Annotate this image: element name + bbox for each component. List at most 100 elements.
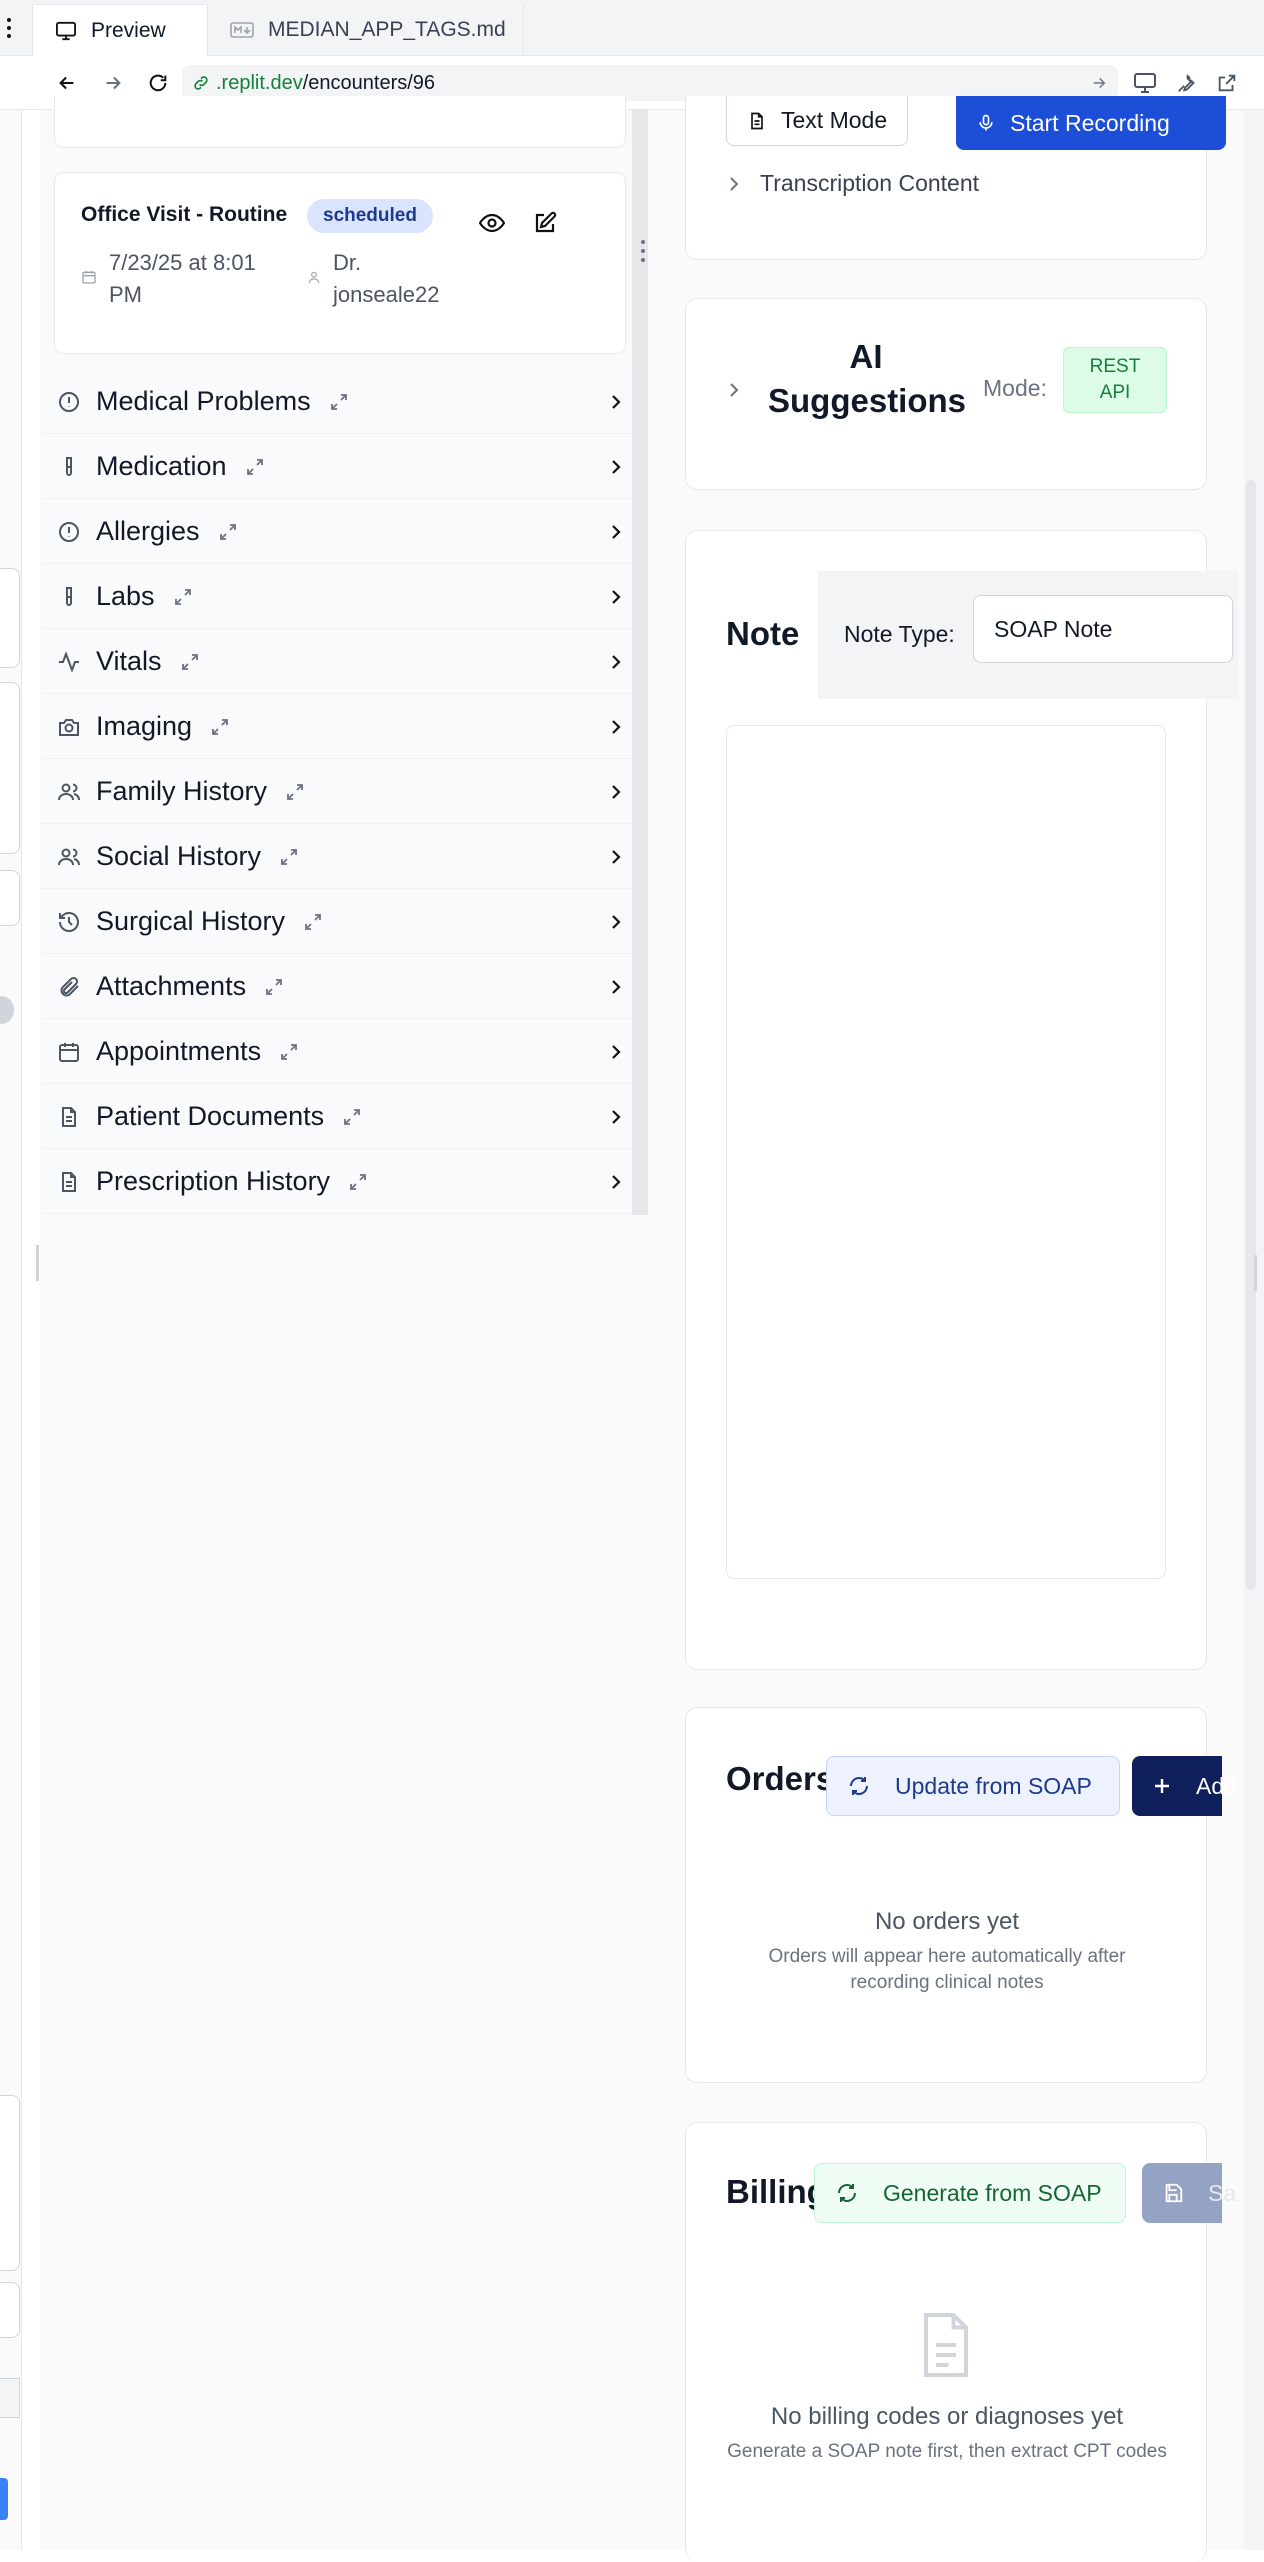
sidebar-item-attachments[interactable]: Attachments [42,955,632,1019]
chevron-right-icon[interactable] [606,1107,626,1127]
ai-suggestions-title: AI Suggestions [768,338,967,419]
transcription-label: Transcription Content [760,170,980,196]
generate-from-soap-button[interactable]: Generate from SOAP [814,2163,1126,2223]
encounter-provider: Dr. jonseale22 [333,250,440,307]
sidebar-item-labs[interactable]: Labs [42,565,632,629]
note-card: Note Note Type: SOAP Note [685,530,1238,1670]
devices-icon[interactable] [1130,68,1160,98]
note-title: Note [726,615,800,652]
partial-button[interactable] [0,2478,8,2520]
sidebar-item-label: Allergies [96,516,200,546]
external-link-icon[interactable] [1212,68,1242,98]
edit-icon[interactable] [533,211,557,235]
sidebar-item-label: Social History [96,841,262,871]
expand-icon[interactable] [210,717,230,737]
partial-card [0,682,20,854]
sidebar-item-label: Vitals [96,646,162,676]
go-icon[interactable] [1090,74,1108,92]
sidebar-item-label: Family History [96,776,268,806]
main-scrollbar-thumb[interactable] [1246,480,1256,1590]
expand-icon[interactable] [329,392,349,412]
refresh-icon [835,2181,859,2205]
paperclip-icon [56,974,82,1000]
calendar-icon [56,1039,82,1065]
chevron-right-icon[interactable] [606,977,626,997]
resize-handle[interactable] [36,1245,39,1281]
chevron-right-icon[interactable] [606,1172,626,1192]
sidebar-item-imaging[interactable]: Imaging [42,695,632,759]
camera-icon [56,714,82,740]
expand-icon[interactable] [342,1107,362,1127]
chevron-right-icon[interactable] [606,1042,626,1062]
file-icon [56,1104,82,1130]
expand-icon[interactable] [218,522,238,542]
more-options-icon[interactable] [0,10,18,46]
expand-icon[interactable] [303,912,323,932]
sidebar-item-label: Patient Documents [96,1101,325,1131]
partial-card [0,870,20,926]
tab-median-app-tags[interactable]: MEDIAN_APP_TAGS.md [208,4,524,56]
alert-circle-icon [56,389,82,415]
forward-icon[interactable] [98,68,128,98]
expand-icon[interactable] [264,977,284,997]
encounter-title: Office Visit - Routine [81,203,288,226]
view-icon[interactable] [479,213,505,233]
chevron-right-icon[interactable] [606,652,626,672]
chevron-right-icon[interactable] [606,587,626,607]
chevron-right-icon[interactable] [606,457,626,477]
sidebar-item-prescription-history[interactable]: Prescription History [42,1150,632,1214]
expand-icon[interactable] [348,1172,368,1192]
sidebar-item-label: Medication [96,451,227,481]
chevron-right-icon [726,175,742,193]
expand-icon[interactable] [285,782,305,802]
chevron-right-icon[interactable] [606,522,626,542]
sidebar-item-appointments[interactable]: Appointments [42,1020,632,1084]
expand-icon[interactable] [245,457,265,477]
back-icon[interactable] [52,68,82,98]
expand-icon[interactable] [173,587,193,607]
chevron-right-icon[interactable] [606,912,626,932]
wrench-icon[interactable] [1172,68,1202,98]
sidebar-item-surgical-history[interactable]: Surgical History [42,890,632,954]
sidebar-item-patient-documents[interactable]: Patient Documents [42,1085,632,1149]
encounter-card[interactable]: Office Visit - Routine scheduled 7/23/25… [54,172,626,354]
reload-icon[interactable] [143,68,173,98]
sidebar-item-social-history[interactable]: Social History [42,825,632,889]
orders-empty-title: No orders yet [874,1908,1020,1935]
partial-tab[interactable] [0,2378,20,2418]
expand-icon[interactable] [180,652,200,672]
right-resize-handle[interactable] [1254,1255,1257,1291]
expand-icon[interactable] [279,847,299,867]
file-text-icon [747,110,767,132]
chevron-right-icon[interactable] [606,847,626,867]
note-editor[interactable] [726,725,1166,1579]
chevron-right-icon[interactable] [606,392,626,412]
tab-preview[interactable]: Preview [32,4,208,56]
sidebar-scrollbar[interactable] [632,110,648,1215]
partial-card [0,568,20,668]
add-order-button[interactable]: Add [1132,1756,1237,1816]
update-from-soap-button[interactable]: Update from SOAP [826,1756,1120,1816]
note-type-select[interactable]: SOAP Note [973,595,1233,663]
partial-control[interactable] [4,82,18,114]
users-icon [56,779,82,805]
sidebar-item-family-history[interactable]: Family History [42,760,632,824]
sidebar-item-allergies[interactable]: Allergies [42,500,632,564]
status-badge: scheduled [307,199,433,233]
sidebar-item-vitals[interactable]: Vitals [42,630,632,694]
transcription-toggle[interactable]: Transcription Content [726,170,979,197]
chevron-right-icon[interactable] [606,717,626,737]
partial-circle-icon[interactable] [0,996,14,1024]
save-billing-button[interactable]: Sa [1142,2163,1236,2223]
start-recording-button[interactable]: Start Recording [956,96,1226,150]
generate-from-soap-label: Generate from SOAP [883,2179,1102,2206]
expand-icon[interactable] [279,1042,299,1062]
chevron-right-icon[interactable] [726,381,742,399]
text-mode-button[interactable]: Text Mode [726,96,909,146]
mode-badge: REST API [1063,347,1167,413]
sidebar-item-medication[interactable]: Medication [42,435,632,499]
user-icon [307,269,321,285]
billing-empty-title: No billing codes or diagnoses yet [770,2403,1124,2430]
chevron-right-icon[interactable] [606,782,626,802]
sidebar-item-medical-problems[interactable]: Medical Problems [42,370,632,434]
